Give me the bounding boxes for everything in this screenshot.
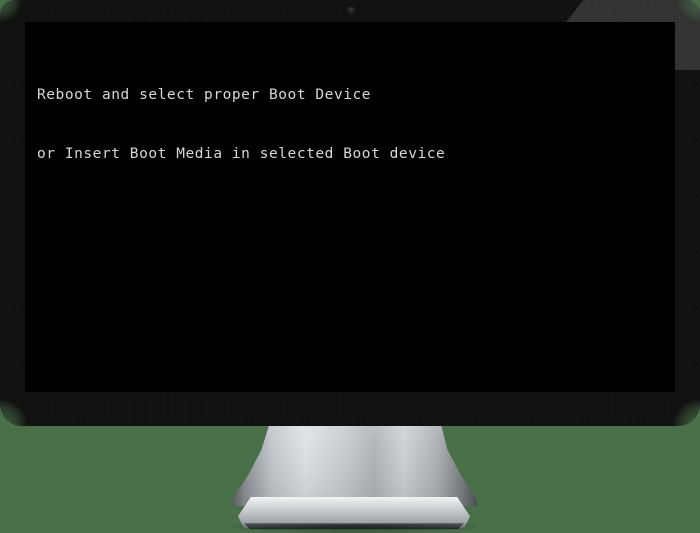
bezel-corner-tint-top-right [674,0,700,26]
monitor-stand-neck [232,426,477,506]
monitor-stand-base-edge [243,523,465,529]
bezel-corner-tint-bottom-left [0,396,30,426]
monitor-screen[interactable]: Reboot and select proper Boot Device or … [25,22,675,392]
bios-error-message: Reboot and select proper Boot Device or … [37,47,445,203]
bios-message-line-1: Reboot and select proper Boot Device [37,87,372,103]
bios-message-line-2: or Insert Boot Media in selected Boot de… [37,145,446,162]
desktop-monitor-scene: Reboot and select proper Boot Device or … [0,0,700,533]
monitor-stand-neck-shading [232,426,477,506]
webcam-dot-icon [348,7,355,14]
monitor-body: Reboot and select proper Boot Device or … [0,0,700,426]
bezel-corner-tint-top-left [0,0,26,26]
bezel-corner-tint-bottom-right [670,396,700,426]
